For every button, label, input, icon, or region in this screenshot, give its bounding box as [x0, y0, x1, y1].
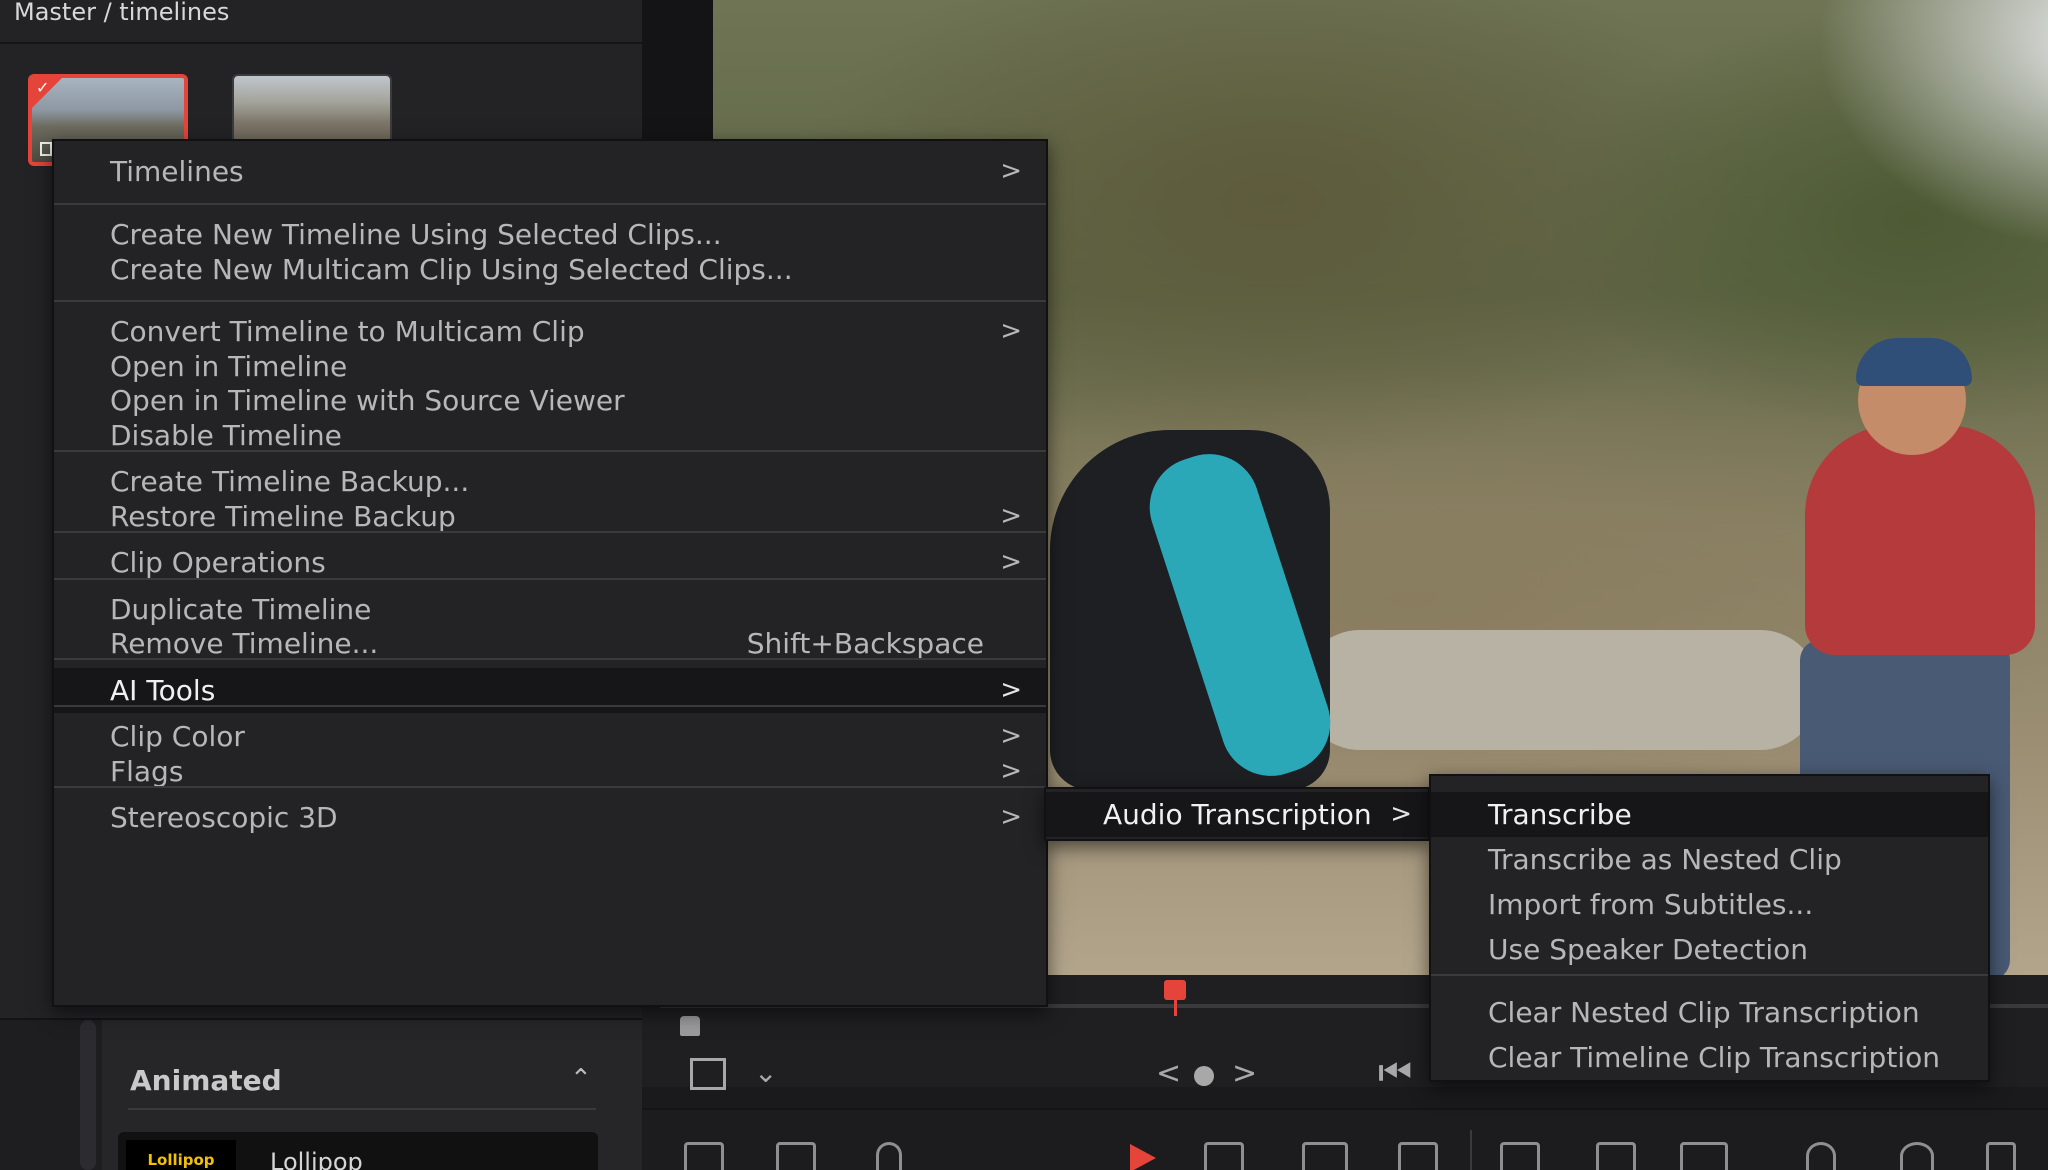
in-point-marker[interactable] — [680, 1016, 700, 1036]
menu-item-use-speaker-detection[interactable]: Use Speaker Detection — [1431, 927, 1988, 972]
menu-item-clear-timeline-clip-transcription[interactable]: Clear Timeline Clip Transcription — [1431, 1035, 1988, 1080]
menu-separator — [54, 300, 1046, 302]
menu-item-label: Timelines — [110, 155, 244, 188]
viewer-image-hiker — [1856, 338, 1972, 386]
link-icon[interactable] — [1900, 1142, 1934, 1170]
chevron-right-icon: > — [1000, 156, 1022, 186]
menu-item-clear-nested-clip-transcription[interactable]: Clear Nested Clip Transcription — [1431, 990, 1988, 1035]
dynamic-trim-icon[interactable] — [1398, 1142, 1438, 1170]
menu-item-label: Stereoscopic 3D — [110, 801, 338, 834]
menu-item-transcribe[interactable]: Transcribe — [1431, 792, 1988, 837]
audio-transcription-submenu: Transcribe Transcribe as Nested Clip Impor… — [1429, 774, 1990, 1082]
menu-separator — [54, 705, 1046, 707]
previous-marker-button[interactable]: < — [1156, 1056, 1181, 1091]
divider — [128, 1108, 596, 1110]
effect-thumbnail: Lollipop — [126, 1140, 236, 1170]
media-pool-header: Master / timelines — [0, 0, 642, 44]
transform-icon[interactable] — [690, 1058, 726, 1090]
menu-separator — [54, 450, 1046, 452]
playhead-handle[interactable] — [1164, 980, 1186, 1000]
next-marker-button[interactable]: > — [1232, 1056, 1257, 1091]
menu-item-label: AI Tools — [110, 674, 216, 707]
menu-item-label: Remove Timeline... — [110, 627, 379, 660]
menu-item-import-from-subtitles[interactable]: Import from Subtitles... — [1431, 882, 1988, 927]
menu-item-transcribe-as-nested-clip[interactable]: Transcribe as Nested Clip — [1431, 837, 1988, 882]
ai-tools-submenu: Audio Transcription > — [1044, 787, 1430, 841]
menu-separator — [54, 531, 1046, 533]
effects-section-title[interactable]: Animated — [130, 1064, 282, 1097]
menu-item-label: Clip Operations — [110, 546, 326, 579]
menu-item-create-new-multicam-clip-using-selected-clips[interactable]: Create New Multicam Clip Using Selected … — [54, 247, 1046, 292]
effects-scrollbar[interactable] — [80, 1020, 96, 1170]
menu-item-label: Clear Timeline Clip Transcription — [1488, 1041, 1940, 1074]
selection-tool-icon[interactable] — [1130, 1144, 1156, 1170]
menu-item-label: Transcribe as Nested Clip — [1488, 843, 1842, 876]
menu-item-label: Import from Subtitles... — [1488, 888, 1814, 921]
menu-separator — [54, 203, 1046, 205]
skip-to-start-button[interactable]: ⏮ — [1378, 1050, 1412, 1095]
microphone-icon[interactable] — [876, 1142, 902, 1170]
replace-clip-icon[interactable] — [1680, 1142, 1728, 1170]
menu-item-label: Audio Transcription — [1103, 798, 1372, 831]
menu-item-timelines[interactable]: Timelines > — [54, 149, 1046, 194]
edit-mode-icon[interactable] — [684, 1142, 724, 1170]
menu-item-label: Restore Timeline Backup — [110, 500, 456, 533]
breadcrumb[interactable]: Master / timelines — [14, 0, 229, 24]
toolbar-divider — [1470, 1130, 1472, 1170]
menu-item-label: Clear Nested Clip Transcription — [1488, 996, 1920, 1029]
blade-tool-icon[interactable] — [1302, 1142, 1348, 1170]
menu-item-label: Disable Timeline — [110, 419, 342, 452]
menu-separator — [54, 786, 1046, 788]
snapping-icon[interactable] — [1806, 1142, 1836, 1170]
menu-separator — [54, 578, 1046, 580]
chevron-down-icon[interactable]: ⌄ — [754, 1056, 777, 1089]
menu-item-label: Transcribe — [1488, 798, 1632, 831]
menu-separator — [1431, 974, 1988, 976]
context-menu: Timelines > Create New Timeline Using Sele… — [52, 139, 1048, 1007]
layers-icon[interactable] — [776, 1142, 816, 1170]
effect-item-label: Lollipop — [270, 1148, 363, 1170]
menu-item-label: Create New Multicam Clip Using Selected … — [110, 253, 793, 286]
menu-item-stereoscopic-3d[interactable]: Stereoscopic 3D > — [54, 795, 1046, 840]
chevron-right-icon: > — [1390, 799, 1412, 829]
lock-icon[interactable] — [1986, 1142, 2016, 1170]
trim-tool-icon[interactable] — [1204, 1142, 1244, 1170]
chevron-up-icon[interactable]: ⌃ — [570, 1064, 592, 1094]
insert-clip-icon[interactable] — [1500, 1142, 1540, 1170]
chevron-right-icon: > — [1000, 802, 1022, 832]
menu-item-label: Flags — [110, 755, 184, 788]
menu-separator — [54, 658, 1046, 660]
menu-item-label: Use Speaker Detection — [1488, 933, 1809, 966]
overwrite-clip-icon[interactable] — [1596, 1142, 1636, 1170]
viewer-image-hiker — [1805, 425, 2035, 655]
viewer-image-rocks — [1300, 630, 1820, 750]
marker-dot-icon[interactable] — [1194, 1066, 1214, 1086]
menu-item-audio-transcription[interactable]: Audio Transcription > — [1046, 792, 1428, 837]
selected-check-icon: ✓ — [32, 78, 62, 108]
